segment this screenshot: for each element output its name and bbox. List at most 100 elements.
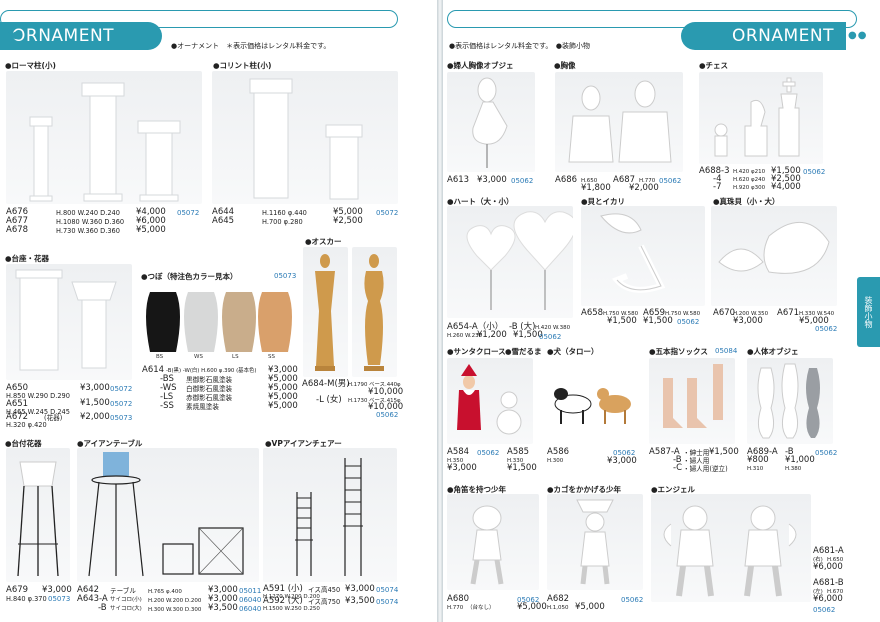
- oscar-male-image: [315, 254, 335, 371]
- dots-decoration-right: ●●: [848, 30, 868, 41]
- vase-bs-price: ¥5,000: [268, 374, 298, 384]
- roma-price-1: ¥4,000: [136, 207, 166, 217]
- daitsuki-dims: H.840 φ.370: [6, 595, 47, 603]
- vase-dims: -B(黒) -W(白) H.600 φ.390 (基本色): [166, 368, 257, 374]
- vp-code-1: A591 (小): [263, 584, 303, 594]
- santa-ref: 05062: [477, 449, 500, 457]
- iron-table-ref-2: 06040: [239, 596, 262, 604]
- roma-code-1: A676: [6, 207, 29, 217]
- shinju-photo: [711, 206, 837, 306]
- ikari-price: ¥1,500: [643, 316, 673, 326]
- roma-code-2: A677: [6, 216, 29, 226]
- vp-chair-photo: [263, 448, 397, 582]
- stand-code-1: A650: [6, 383, 29, 393]
- vp-ref-1: 05074: [376, 586, 399, 594]
- angel-photo: [651, 494, 811, 602]
- stand-ref-3: 05073: [110, 414, 133, 422]
- heart-image: [466, 211, 573, 310]
- iron-table-price-3: ¥3,500: [208, 603, 238, 613]
- roma-code-3: A678: [6, 225, 29, 235]
- vase-bs-desc: 黒御影石風塗装: [186, 376, 233, 384]
- santa-yuki-photo: [447, 358, 533, 444]
- vase-cap-ws: WS: [194, 354, 203, 360]
- tsuno-image: [470, 505, 504, 585]
- kai-photo: [581, 206, 705, 306]
- section-stand: ●台座・花器: [5, 254, 50, 263]
- vase-image: [146, 292, 292, 352]
- stand-note-3: (花器): [44, 414, 63, 422]
- vase-ws-desc: 白御影石風塗装: [186, 385, 233, 393]
- body-image: [757, 363, 820, 439]
- stand-price-3: ¥2,000: [80, 412, 110, 422]
- iron-table-name-2: サイコロ(小): [110, 597, 142, 603]
- oscar-female-code: -L (女): [316, 395, 342, 405]
- iron-table-dims-2: H.200 W.200 D.200: [148, 598, 202, 604]
- iron-table-ref-3: 06040: [239, 605, 262, 613]
- oscar-female-photo: [352, 247, 397, 377]
- chess-code-3: -7: [713, 182, 722, 192]
- body-photo: [747, 358, 833, 444]
- vase-ss-code: -SS: [160, 401, 174, 411]
- iron-table-name-1: テーブル: [110, 587, 136, 595]
- socks-price-1: ¥1,500: [709, 447, 739, 457]
- fujin-ref: 05062: [511, 177, 534, 185]
- fujin-image: [472, 77, 508, 168]
- socks-code-3: -C: [673, 463, 683, 473]
- ikari-ref: 05062: [677, 318, 700, 326]
- shinju-ref: 05062: [815, 325, 838, 333]
- vase-bs-code: -BS: [160, 374, 174, 384]
- tsuno-note: （台なし）: [467, 605, 495, 611]
- section-vase: ●つぼ（特注色カラー見本）: [141, 272, 238, 281]
- oscar-male-photo: [303, 247, 348, 377]
- vase-ls-price: ¥5,000: [268, 392, 298, 402]
- corinth-dims-1: H.1160 φ.440: [262, 209, 307, 217]
- kyozo-code-1: A686: [555, 175, 578, 185]
- daitsuki-image: [17, 461, 59, 577]
- oscar-male-price: ¥10,000: [368, 387, 404, 397]
- oscar-male-code: A684-M(男): [302, 379, 350, 389]
- side-tab-ornaments[interactable]: 装飾小物: [857, 277, 880, 347]
- kyozo-ref: 05062: [659, 177, 682, 185]
- kai-image: [600, 213, 666, 293]
- chess-price-3: ¥4,000: [771, 182, 801, 192]
- kyozo-price-2: ¥2,000: [629, 183, 659, 193]
- ornament-band-left: ORNAMENT: [0, 22, 162, 50]
- dog-photo: [547, 358, 643, 444]
- shinju-small-code: A670: [713, 308, 736, 318]
- vp-chair-image: [295, 458, 363, 576]
- roma-price-2: ¥6,000: [136, 216, 166, 226]
- daitsuki-price: ¥3,000: [42, 585, 72, 595]
- heart-ref: 05062: [539, 333, 562, 341]
- dog-code: A586: [547, 447, 570, 457]
- dog-ref: 05062: [613, 449, 636, 457]
- vp-price-2: ¥3,500: [345, 596, 375, 606]
- kago-code: A682: [547, 594, 570, 604]
- body-a-price: ¥800: [747, 455, 769, 465]
- oscar-female-price: ¥10,000: [368, 402, 404, 412]
- kai-code: A658: [581, 308, 604, 318]
- iron-table-code-1: A642: [77, 585, 100, 595]
- left-note: ●オーナメント ＊表示価格はレンタル料金です。: [171, 42, 331, 50]
- chess-dims-1: H.420 φ210: [733, 169, 766, 175]
- vp-ref-2: 05074: [376, 598, 399, 606]
- kago-dims: H.1,050: [547, 605, 569, 611]
- vp-dims-2: H.1500 W.250 D.250: [263, 606, 320, 612]
- heart-photo: [447, 206, 573, 318]
- socks-ref: 05084: [715, 347, 738, 355]
- vase-main-price: ¥3,000: [268, 365, 298, 375]
- angel-b-code: A681-B: [813, 578, 844, 588]
- tsuno-code: A680: [447, 594, 470, 604]
- chess-photo: [699, 72, 823, 164]
- stand-image: [15, 269, 117, 371]
- kyozo-photo: [555, 72, 683, 172]
- roma-dims-1: H.800 W.240 D.240: [56, 209, 120, 217]
- kago-photo: [547, 494, 643, 590]
- oscar-ref: 05062: [376, 411, 399, 419]
- chess-image: [714, 77, 800, 157]
- section-socks: ●五本指ソックス: [649, 347, 708, 356]
- iron-table-code-3: -B: [98, 603, 107, 613]
- vase-ls-code: -LS: [160, 392, 174, 402]
- vase-ref: 05073: [274, 272, 297, 280]
- socks-name-2: ・婦人用: [683, 457, 710, 465]
- corinth-price-1: ¥5,000: [333, 207, 363, 217]
